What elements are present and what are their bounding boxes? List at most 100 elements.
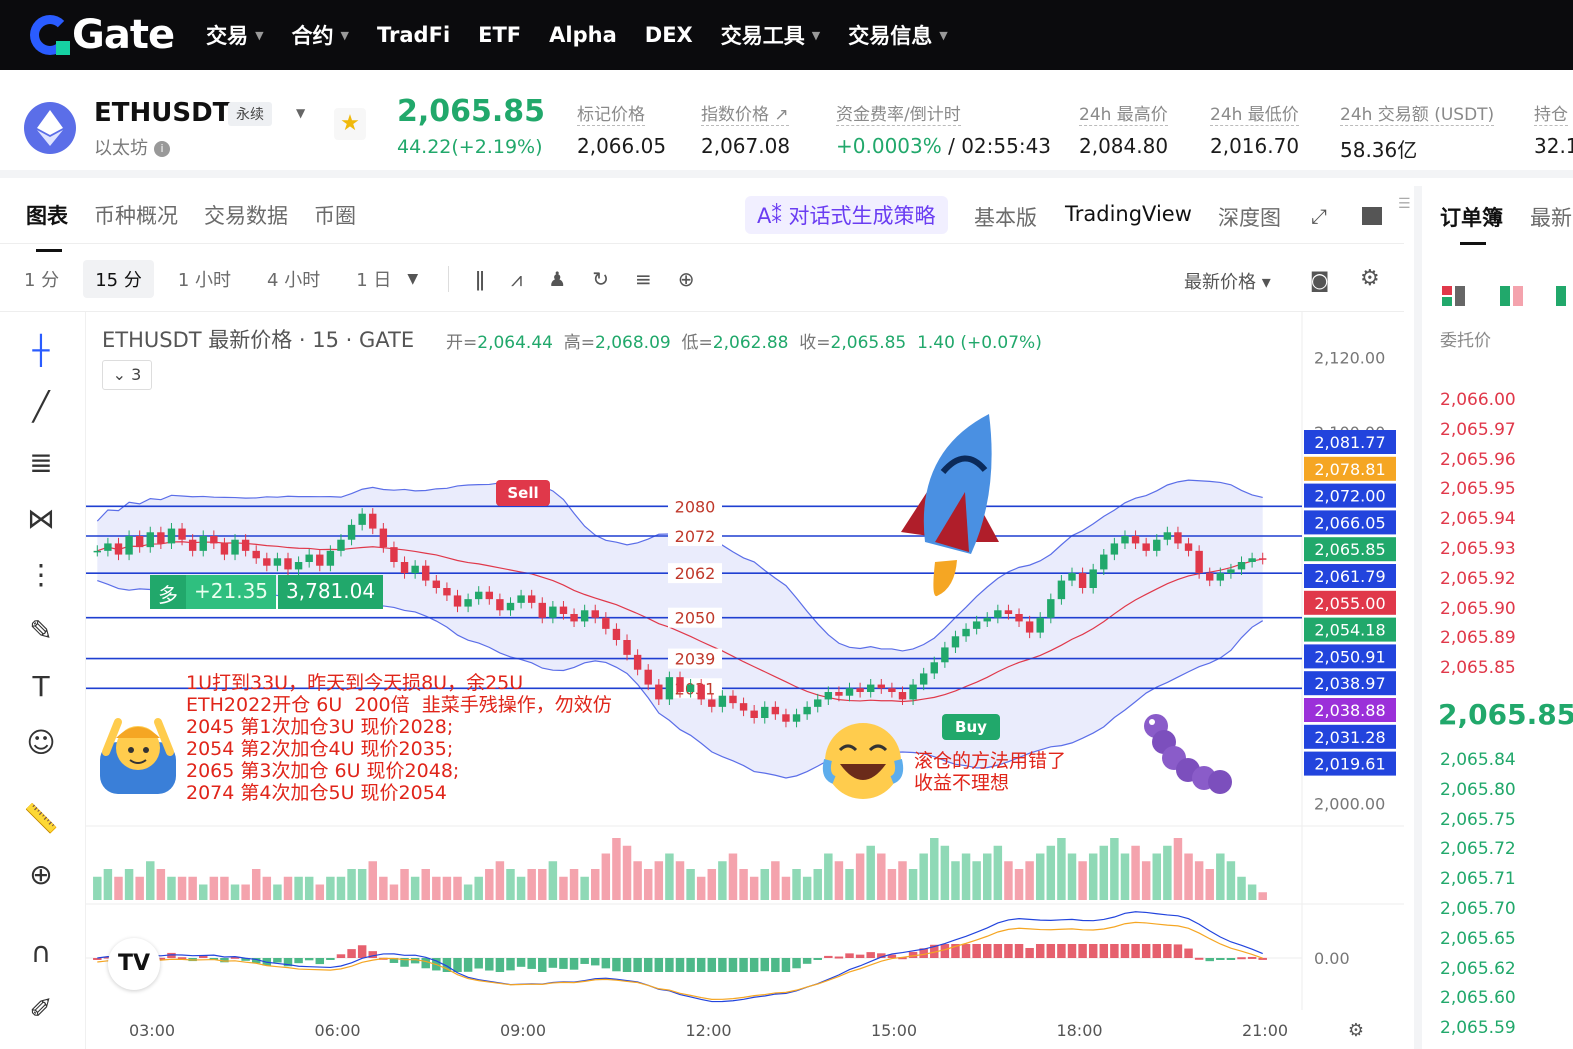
timeframe-1m[interactable]: 1 分 — [12, 260, 71, 298]
replay-icon[interactable]: ↻ — [592, 267, 609, 291]
orderbook-ask-row[interactable]: 2,065.92 — [1440, 569, 1516, 589]
nav-item-trade-tools[interactable]: 交易工具 ▼ — [721, 20, 820, 50]
orderbook-ask-row[interactable]: 2,065.95 — [1440, 479, 1516, 499]
nav-item-etf[interactable]: ETF — [478, 23, 521, 47]
volume-bar — [569, 869, 579, 900]
macd-hist-bar — [813, 958, 822, 960]
timeframe-15m[interactable]: 15 分 — [83, 259, 154, 298]
alert-icon[interactable]: ♟ — [548, 267, 566, 291]
pattern-icon[interactable]: ⋈ — [20, 498, 62, 540]
orderbook-bid-row[interactable]: 2,065.65 — [1440, 929, 1516, 949]
tab-trading-data[interactable]: 交易数据 — [204, 200, 288, 230]
orderbook-ask-row[interactable]: 2,065.97 — [1440, 420, 1516, 440]
orderbook-ask-row[interactable]: 2,065.89 — [1440, 628, 1516, 648]
crosshair-icon[interactable]: ┼ — [20, 330, 62, 372]
text-tool-icon[interactable]: T — [20, 666, 62, 708]
tradingview-logo[interactable]: TV — [108, 938, 160, 990]
macd-hist-bar — [961, 944, 971, 958]
nav-item-trade-info[interactable]: 交易信息 ▼ — [848, 20, 947, 50]
price-type-select[interactable]: 最新价格 ▾ — [1184, 268, 1271, 294]
orderbook-bid-row[interactable]: 2,065.60 — [1440, 988, 1516, 1008]
orderbook-bid-row[interactable]: 2,065.72 — [1440, 839, 1516, 859]
stat-label[interactable]: 标记价格 — [577, 100, 645, 126]
tab-coin-overview[interactable]: 币种概况 — [94, 200, 178, 230]
volume-bar — [114, 876, 123, 900]
orderbook-view-asks-icon[interactable] — [1500, 284, 1526, 308]
nav-item-alpha[interactable]: Alpha — [549, 23, 617, 47]
tab-orderbook[interactable]: 订单簿 — [1440, 202, 1503, 232]
horizontal-lines-icon[interactable]: ≣ — [20, 442, 62, 484]
orderbook-ask-row[interactable]: 2,065.96 — [1440, 450, 1516, 470]
zoom-in-icon[interactable]: ⊕ — [20, 854, 62, 896]
indicators-icon[interactable]: ⩘ — [511, 267, 522, 291]
candle-body — [898, 692, 907, 700]
gate-logo[interactable]: Gate — [30, 12, 175, 58]
template-icon[interactable]: ≡ — [635, 267, 652, 291]
orderbook-ask-row[interactable]: 2,066.00 — [1440, 390, 1516, 410]
candle-type-icon[interactable]: ǁ — [475, 267, 485, 291]
nav-item-futures[interactable]: 合约 ▼ — [292, 20, 349, 50]
tab-latest-trades[interactable]: 最新 — [1530, 202, 1572, 232]
emoji-icon[interactable]: ☺ — [20, 722, 62, 764]
more-icon[interactable]: ☰ — [1398, 196, 1411, 212]
volume-bar — [1184, 853, 1193, 900]
orderbook-bid-row[interactable]: 2,065.70 — [1440, 899, 1516, 919]
timeframe-dropdown-icon[interactable]: ▼ — [407, 271, 418, 287]
fib-icon[interactable]: ⋮ — [20, 554, 62, 596]
nav-item-dex[interactable]: DEX — [645, 23, 693, 47]
symbol-dropdown-icon[interactable]: ▼ — [296, 106, 305, 120]
macd-hist-bar — [633, 958, 642, 972]
volume-bar — [1099, 845, 1109, 900]
candle-body — [792, 714, 801, 722]
trendline-icon[interactable]: ╱ — [20, 386, 62, 428]
orderbook-bid-row[interactable]: 2,065.62 — [1440, 959, 1516, 979]
stat-label[interactable]: 24h 交易额 (USDT) — [1340, 100, 1495, 126]
favorite-star-icon[interactable]: ★ — [334, 108, 366, 140]
info-icon[interactable]: i — [154, 141, 170, 157]
nav-item-trade[interactable]: 交易 ▼ — [206, 20, 263, 50]
ai-strategy-button[interactable]: A⁑ 对话式生成策略 — [745, 196, 948, 234]
magnet-icon[interactable]: ∩ — [20, 932, 62, 974]
orderbook-bid-row[interactable]: 2,065.75 — [1440, 810, 1516, 830]
expand-icon[interactable]: ⤢ — [1311, 204, 1327, 228]
orderbook-bid-row[interactable]: 2,065.71 — [1440, 869, 1516, 889]
legend-toggle[interactable]: ⌄ 3 — [102, 360, 152, 390]
position-badge[interactable]: 多 +21.35 3,781.04 — [150, 575, 384, 609]
stat-label[interactable]: 资金费率/倒计时 — [836, 100, 961, 126]
orderbook-view-both-icon[interactable] — [1442, 284, 1468, 308]
nav-item-tradfi[interactable]: TradFi — [377, 23, 450, 47]
view-basic[interactable]: 基本版 — [974, 202, 1037, 232]
lock-drawing-icon[interactable]: ✐ — [20, 988, 62, 1030]
view-depth[interactable]: 深度图 — [1218, 202, 1281, 232]
add-icon[interactable]: ⊕ — [678, 267, 695, 291]
timeframe-1d[interactable]: 1 日 — [344, 260, 403, 298]
settings-gear-icon[interactable]: ⚙ — [1360, 266, 1380, 291]
brush-icon[interactable]: ✎ — [20, 610, 62, 652]
stat-label[interactable]: 指数价格 ↗ — [701, 100, 789, 126]
candle-body — [994, 610, 1002, 618]
orderbook-ask-row[interactable]: 2,065.90 — [1440, 599, 1516, 619]
view-tradingview[interactable]: TradingView — [1065, 202, 1192, 226]
position-side: 多 — [150, 575, 186, 609]
tab-chart[interactable]: 图表 — [26, 200, 68, 252]
stat-label[interactable]: 持仓 — [1534, 100, 1568, 126]
volume-bar — [336, 876, 346, 900]
timeframe-4h[interactable]: 4 小时 — [255, 260, 332, 298]
symbol-name[interactable]: ETHUSDT — [94, 98, 230, 128]
orderbook-bid-row[interactable]: 2,065.59 — [1440, 1018, 1516, 1038]
volume-bar — [304, 876, 314, 900]
layout-icon[interactable] — [1362, 207, 1382, 225]
orderbook-ask-row[interactable]: 2,065.93 — [1440, 539, 1516, 559]
orderbook-bid-row[interactable]: 2,065.84 — [1440, 750, 1516, 770]
macd-hist-bar — [612, 958, 621, 972]
orderbook-bid-row[interactable]: 2,065.80 — [1440, 780, 1516, 800]
orderbook-ask-row[interactable]: 2,065.94 — [1440, 509, 1516, 529]
candle-body — [633, 654, 642, 670]
orderbook-view-bids-icon[interactable] — [1556, 284, 1573, 308]
x-tick-label: 03:00 — [129, 1021, 175, 1040]
ruler-icon[interactable]: 📏 — [20, 798, 62, 840]
camera-icon[interactable]: ◙ — [1310, 268, 1329, 292]
timeframe-1h[interactable]: 1 小时 — [166, 260, 243, 298]
orderbook-ask-row[interactable]: 2,065.85 — [1440, 658, 1516, 678]
tab-coin-circle[interactable]: 币圈 — [314, 200, 356, 230]
